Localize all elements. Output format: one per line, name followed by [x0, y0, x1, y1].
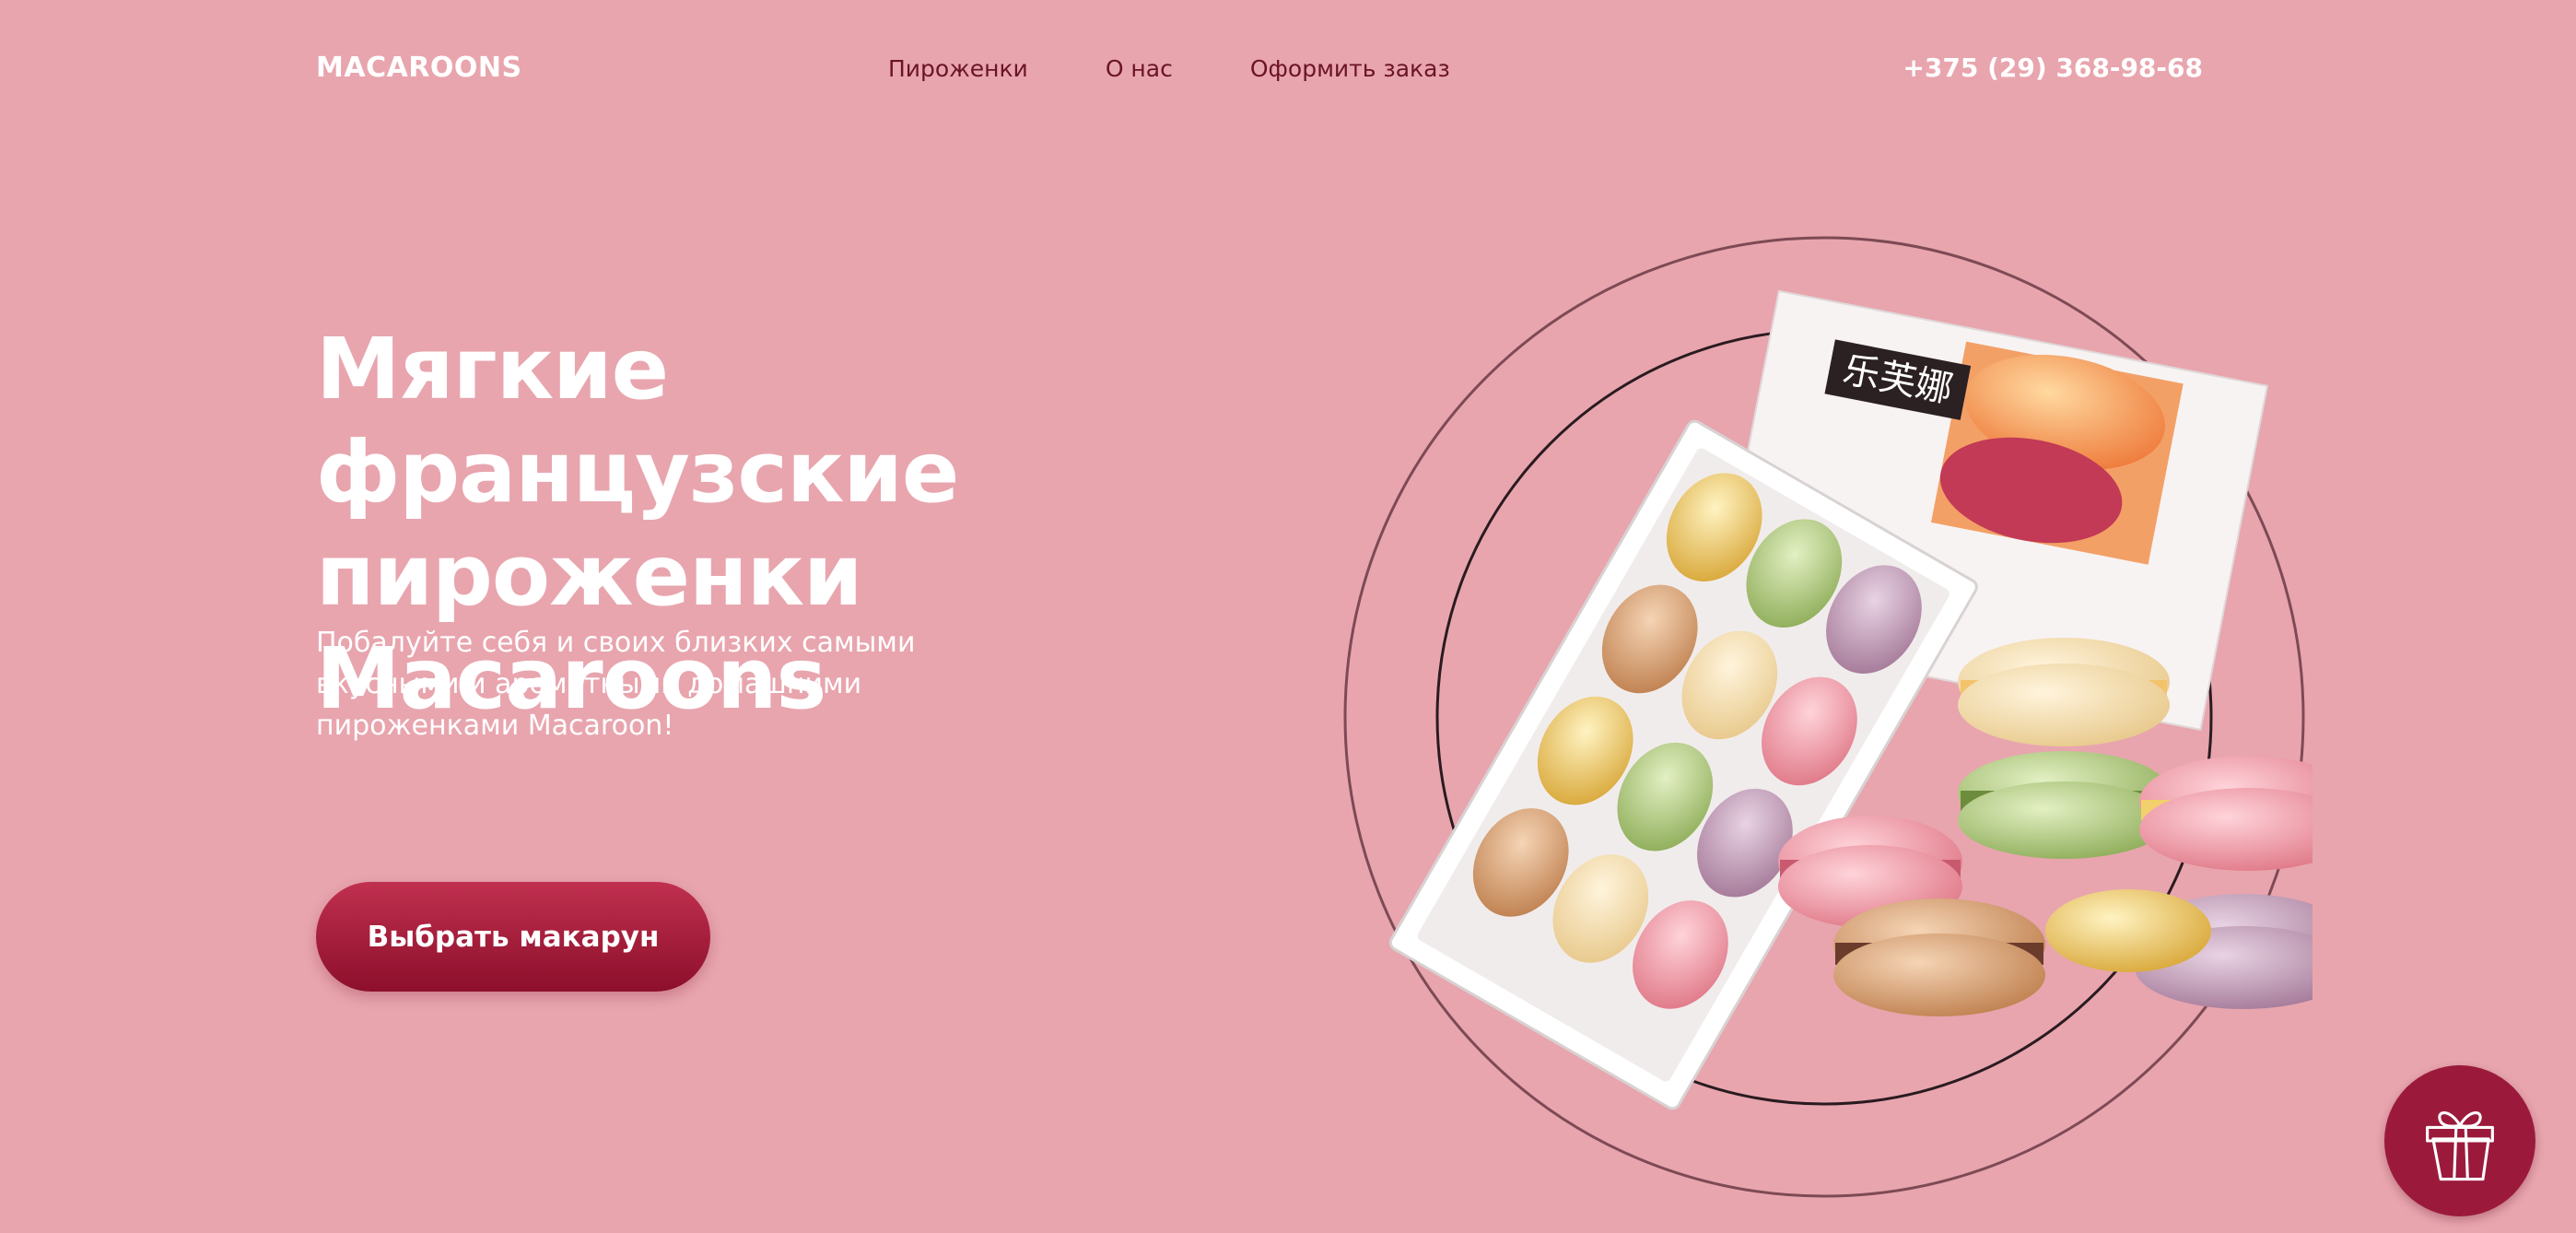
nav-item-order[interactable]: Оформить заказ: [1250, 55, 1450, 82]
gift-icon: [2426, 1111, 2494, 1181]
hero-subtitle-line-3: пироженками Macaroon!: [316, 710, 674, 742]
nav-item-pastries[interactable]: Пироженки: [888, 55, 1028, 82]
main-nav: Пироженки О нас Оформить заказ: [888, 55, 1528, 82]
landing-page: MACAROONS Пироженки О нас Оформить заказ…: [0, 0, 2576, 1233]
hero-subtitle: Побалуйте себя и своих близких самыми вк…: [316, 622, 961, 746]
macarons-illustration: 乐芙娜: [1327, 230, 2357, 1207]
hero-subtitle-line-2: вкусными и ароматными домашними: [316, 668, 862, 700]
gift-button[interactable]: [2384, 1065, 2535, 1216]
nav-item-about[interactable]: О нас: [1106, 55, 1173, 82]
choose-macaron-button[interactable]: Выбрать макарун: [316, 882, 710, 992]
hero-subtitle-line-1: Побалуйте себя и своих близких самыми: [316, 627, 916, 659]
macarons-box-image: 乐芙娜: [1343, 236, 2357, 1198]
hero-title-line-1: Мягкие французские: [316, 320, 959, 522]
site-logo[interactable]: MACAROONS: [316, 52, 522, 84]
phone-number[interactable]: +375 (29) 368-98-68: [1903, 53, 2203, 83]
